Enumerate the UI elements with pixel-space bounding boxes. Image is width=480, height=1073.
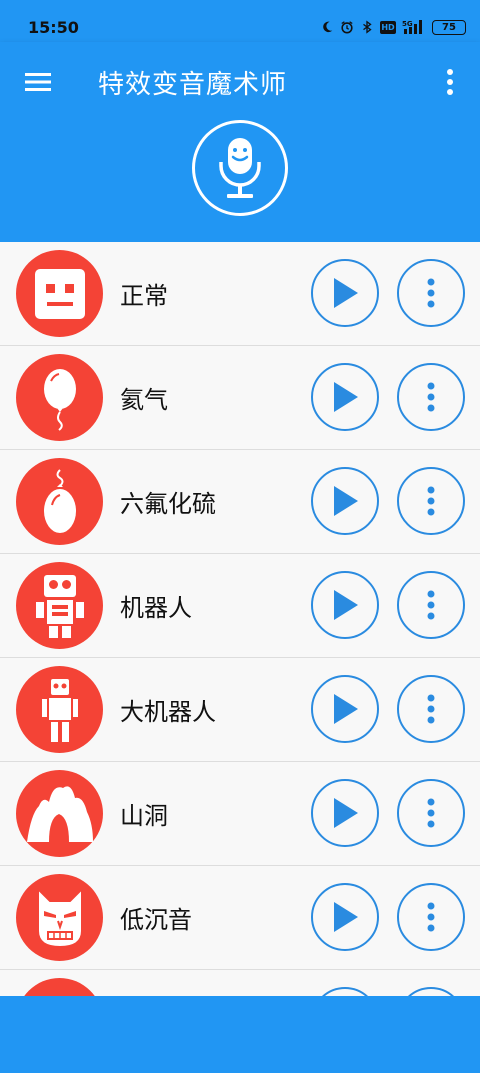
list-item[interactable]: 正常 <box>0 242 480 345</box>
effect-avatar <box>16 562 103 649</box>
effect-label: 六氟化硫 <box>120 490 216 518</box>
play-button[interactable] <box>311 571 379 639</box>
effect-label: 低沉音 <box>120 906 192 934</box>
more-vertical-icon <box>427 382 435 412</box>
options-button[interactable] <box>397 675 465 743</box>
more-vertical-icon <box>427 486 435 516</box>
heavy-balloon-icon <box>43 468 76 533</box>
bottom-bar <box>0 996 480 1073</box>
options-button[interactable] <box>397 883 465 951</box>
effect-label: 山洞 <box>120 802 168 830</box>
play-button[interactable] <box>311 467 379 535</box>
play-button[interactable] <box>311 987 379 996</box>
effect-avatar <box>16 250 103 337</box>
balloon-icon <box>43 368 76 431</box>
options-button[interactable] <box>397 779 465 847</box>
more-vertical-icon <box>427 590 435 620</box>
play-icon <box>334 798 358 828</box>
app-title: 特效变音魔术师 <box>98 70 288 100</box>
hd-icon: HD <box>380 20 396 34</box>
play-icon <box>334 902 358 932</box>
play-button[interactable] <box>311 363 379 431</box>
play-button[interactable] <box>311 675 379 743</box>
play-button[interactable] <box>311 259 379 327</box>
menu-button[interactable] <box>18 62 58 102</box>
play-button[interactable] <box>311 883 379 951</box>
5g-signal-icon: 5G <box>402 20 422 34</box>
list-item[interactable]: 机器人 <box>0 554 480 657</box>
play-icon <box>334 486 358 516</box>
bluetooth-icon <box>363 20 372 34</box>
record-button[interactable] <box>192 120 288 216</box>
effect-avatar <box>16 978 103 996</box>
play-icon <box>334 590 358 620</box>
moon-icon <box>323 21 333 33</box>
play-icon <box>334 278 358 308</box>
effect-avatar <box>16 666 103 753</box>
play-button[interactable] <box>311 779 379 847</box>
effect-label: 大机器人 <box>120 698 216 726</box>
play-icon <box>334 382 358 412</box>
app-toolbar: 特效变音魔术师 <box>0 42 480 242</box>
status-bar: 15:50 HD 5G 75 <box>0 0 480 42</box>
svg-text:5G: 5G <box>402 20 413 28</box>
microphone-icon <box>219 138 261 198</box>
effect-avatar <box>16 874 103 961</box>
hamburger-menu-icon <box>25 73 51 91</box>
alarm-icon <box>341 21 353 34</box>
battery-icon: 75 <box>432 19 466 35</box>
robot-face-icon <box>34 268 85 319</box>
play-icon <box>334 694 358 724</box>
effect-label: 氦气 <box>120 386 168 414</box>
robot-icon <box>35 574 84 638</box>
more-vertical-icon <box>447 69 453 95</box>
more-vertical-icon <box>427 798 435 828</box>
status-icons: HD 5G 75 <box>320 18 466 36</box>
effect-label: 正常 <box>120 282 168 310</box>
list-item[interactable]: 大机器人 <box>0 658 480 761</box>
options-button[interactable] <box>397 467 465 535</box>
effect-avatar <box>16 458 103 545</box>
list-item[interactable]: 氦气 <box>0 346 480 449</box>
effect-label: 机器人 <box>120 594 192 622</box>
effect-avatar <box>16 354 103 441</box>
more-options-button[interactable] <box>436 64 464 100</box>
big-robot-icon <box>41 678 78 742</box>
options-button[interactable] <box>397 363 465 431</box>
effect-avatar <box>16 770 103 857</box>
status-time: 15:50 <box>28 18 79 37</box>
more-vertical-icon <box>427 902 435 932</box>
more-vertical-icon <box>427 278 435 308</box>
options-button[interactable] <box>397 571 465 639</box>
options-button[interactable] <box>397 987 465 996</box>
list-item[interactable]: 低沉音 <box>0 866 480 969</box>
effects-list[interactable]: 正常 氦气 六氟化硫 机器人 大机器人 山洞 低沉音 <box>0 242 480 996</box>
more-vertical-icon <box>427 694 435 724</box>
list-item[interactable]: 山洞 <box>0 762 480 865</box>
list-item[interactable]: 六氟化硫 <box>0 450 480 553</box>
options-button[interactable] <box>397 259 465 327</box>
devil-mask-icon <box>36 886 83 948</box>
list-item[interactable] <box>0 970 480 996</box>
cave-icon <box>26 785 93 842</box>
